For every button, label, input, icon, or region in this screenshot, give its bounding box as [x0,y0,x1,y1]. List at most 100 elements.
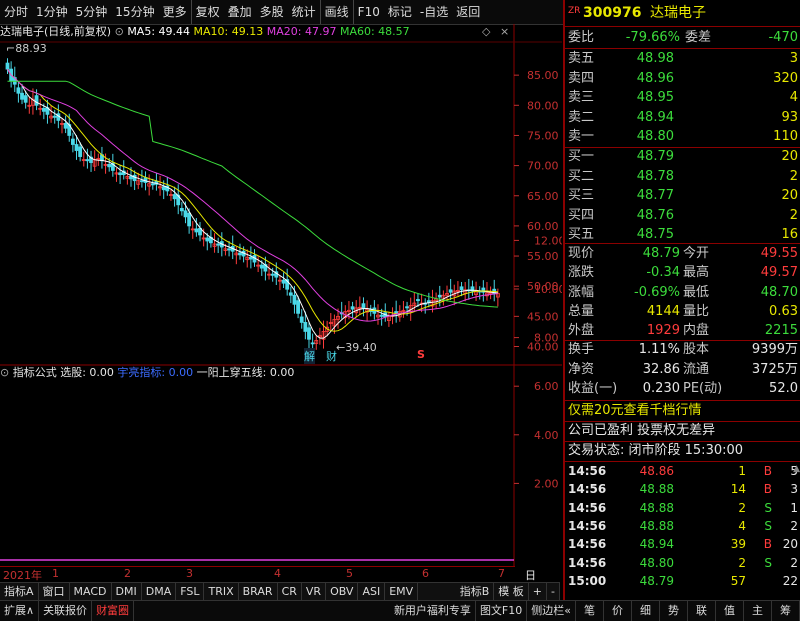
price-tick-label: 55.00 [527,250,559,263]
toolbar-item-4[interactable]: 更多 [159,0,191,24]
promo-link[interactable]: 仅需20元查看千档行情 [565,401,800,421]
indicator-tab-2[interactable]: MACD [70,583,112,601]
indicator-tab-14[interactable]: 模 板 [494,583,529,601]
indicator-formula-label[interactable]: 指标公式 [13,366,57,379]
ma60-value: MA60: 48.57 [339,25,410,38]
toolbar-item-2[interactable]: 5分钟 [72,0,112,24]
candle-body [448,289,453,293]
candle-body [118,172,123,176]
ask-row-1[interactable]: 卖一 48.80 110 [565,127,800,147]
indicator-tab-12[interactable]: EMV [385,583,419,601]
toolbar-item-7[interactable]: 多股 [256,0,288,24]
indicator-tab-8[interactable]: CR [278,583,302,601]
ma10-line [7,68,498,332]
candle-body [292,294,297,305]
toolbar-item-0[interactable]: 分时 [0,0,32,24]
ask-row-2[interactable]: 卖二 48.94 93 [565,108,800,128]
indicator-tab-0[interactable]: 指标A [0,583,39,601]
toolbar-item-6[interactable]: 叠加 [224,0,256,24]
candle-body [23,95,28,103]
ma60-line [7,80,498,308]
bid-row-4[interactable]: 买四 48.76 2 [565,206,800,226]
candle-body [85,159,90,162]
low-price-mark: ←39.40 [336,341,377,354]
status-item-9[interactable]: 势 [660,601,688,621]
status-item-10[interactable]: 联 [688,601,716,621]
indicator-tab-1[interactable]: 窗口 [39,583,70,601]
toolbar-item-12[interactable]: -自选 [416,0,452,24]
candle-body [16,87,21,94]
status-item-5[interactable]: 侧边栏« [527,601,576,621]
candle-body [296,300,300,314]
candle-body [350,306,355,310]
indicator-tab-10[interactable]: OBV [326,583,359,601]
ask-row-4[interactable]: 卖四 48.96 320 [565,69,800,89]
toolbar-item-9[interactable]: 画线 [319,0,353,24]
indicator-tab-13[interactable]: 指标B [456,583,495,601]
volume: 4 [789,90,798,105]
status-item-4[interactable]: 图文F10 [476,601,528,621]
toolbar-item-5[interactable]: 复权 [190,0,224,24]
volume: 3 [789,51,798,66]
indicator-tab-16[interactable]: - [547,583,560,601]
trade-row: 15:00 48.79 57 22 [568,573,798,588]
diamond-icon[interactable]: ◇ [482,24,490,40]
cai-badge[interactable]: 财 [326,348,337,364]
candle-body [78,146,83,157]
yiyang-value: 一阳上穿五线: 0.00 [196,366,295,379]
status-item-1[interactable]: 关联报价 [39,601,93,621]
trade-row: 14:56 48.86 1 B 5 [568,464,798,478]
indicator-tab-5[interactable]: FSL [176,583,205,601]
status-item-7[interactable]: 价 [604,601,632,621]
bid-row-2[interactable]: 买二 48.78 2 [565,167,800,187]
status-item-0[interactable]: 扩展∧ [0,601,40,621]
kline-chart[interactable]: 85.0080.0075.0070.0065.0060.0055.0050.00… [0,24,562,584]
indicator-tick-label: 4.00 [534,429,559,442]
indicator-tab-11[interactable]: ASI [358,583,386,601]
status-item-2[interactable]: 财富圈 [92,601,135,621]
toolbar-item-10[interactable]: F10 [352,0,384,24]
bid-row-1[interactable]: 买一 48.79 20 [565,147,800,167]
company-notice: 公司已盈利 投票权无差异 [568,423,716,438]
toolbar-item-8[interactable]: 统计 [288,0,320,24]
status-item-3[interactable]: 新用户福利专享 [390,601,476,621]
chart-toolbar: 分时 1分钟 5分钟 15分钟 更多 复权 叠加 多股 统计 画线 F10 标记 -自选 返回 [0,0,565,25]
indicator-tab-3[interactable]: DMI [112,583,142,601]
ask-row-3[interactable]: 卖三 48.95 4 [565,88,800,108]
jie-badge[interactable]: 解 [304,348,315,364]
bid-row-3[interactable]: 买三 48.77 20 [565,186,800,206]
status-item-12[interactable]: 主 [744,601,772,621]
toolbar-item-3[interactable]: 15分钟 [111,0,158,24]
stat2-row-1: 净资 32.86 流通 3725万 [568,361,798,377]
status-item-13[interactable]: 筹 [772,601,800,621]
candle-body [179,208,184,212]
candle-body [216,243,221,246]
status-item-6[interactable]: 笔 [576,601,604,621]
status-item-11[interactable]: 值 [716,601,744,621]
indicator-tab-9[interactable]: VR [302,583,327,601]
candle-body [299,316,304,323]
chart-header: 达瑞电子(日线,前复权) ⊙ MA5: 49.44 MA10: 49.13 MA… [0,24,515,40]
indicator-tab-4[interactable]: DMA [142,583,177,601]
ma-toggle-icon[interactable]: ⊙ [115,25,124,38]
candle-body [41,107,46,112]
toolbar-item-1[interactable]: 1分钟 [32,0,72,24]
close-icon[interactable]: × [500,24,509,40]
indicator-toggle-icon[interactable]: ⊙ [0,366,9,379]
ask-row-5[interactable]: 卖五 48.98 3 [565,49,800,69]
indicator-tab-6[interactable]: TRIX [204,583,239,601]
toolbar-item-13[interactable]: 返回 [452,0,484,24]
indicator-tab-15[interactable]: + [529,583,548,601]
trade-row: 14:56 48.88 4 S 2 [568,518,798,533]
candle-body [129,176,133,180]
bid-row-5[interactable]: 买五 48.75 16 [565,225,800,245]
price-tick-label: 45.00 [527,310,559,323]
status-item-8[interactable]: 细 [632,601,660,621]
volume: 20 [781,188,798,203]
scroll-up-icon[interactable]: ▲ [793,464,800,474]
toolbar-item-11[interactable]: 标记 [384,0,416,24]
candle-body [139,180,144,183]
xuangu-value: 选股: 0.00 [60,366,114,379]
price: 48.95 [636,90,674,105]
indicator-tab-7[interactable]: BRAR [239,583,278,601]
